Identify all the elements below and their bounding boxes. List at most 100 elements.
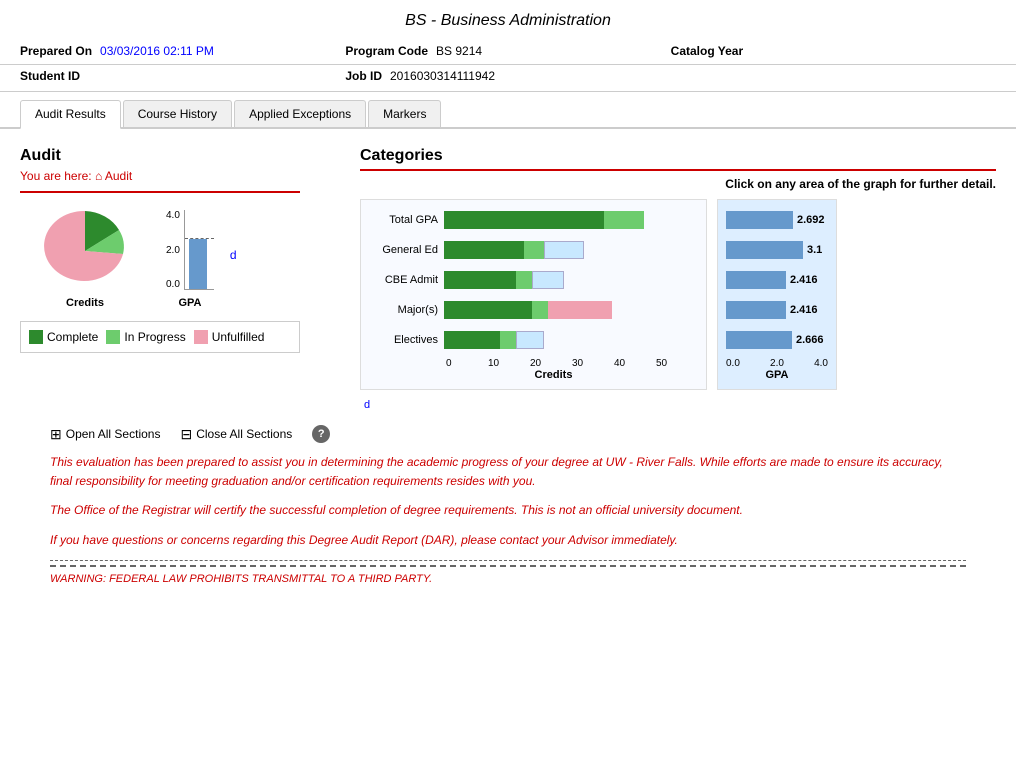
bar-label-total-gpa: Total GPA — [369, 214, 444, 226]
charts-container: Credits 4.0 2.0 0.0 — [20, 201, 340, 309]
gpa-right-row-majors[interactable]: 2.416 — [726, 298, 828, 322]
bar-row-majors[interactable]: Major(s) — [369, 298, 698, 322]
d-link-right[interactable]: d — [364, 396, 996, 411]
bar-complete-gened — [444, 241, 524, 259]
bar-inprog-gened — [524, 241, 544, 259]
job-id-value: 2016030314111942 — [390, 69, 495, 83]
gpa-val-total: 2.692 — [797, 214, 832, 226]
right-panel: Categories Click on any area of the grap… — [360, 147, 996, 411]
bar-row-electives[interactable]: Electives — [369, 328, 698, 352]
x-tick-50: 50 — [656, 358, 698, 369]
tab-markers[interactable]: Markers — [368, 100, 441, 127]
filler-section — [671, 69, 996, 83]
gpa-right-chart[interactable]: 2.692 3.1 2.416 — [717, 199, 837, 390]
bar-unfulfilled-electives — [516, 331, 544, 349]
info-bar-row1: Prepared On 03/03/2016 02:11 PM Program … — [0, 38, 1016, 65]
actions-row: ⊞ Open All Sections ⊟ Close All Sections… — [50, 425, 996, 443]
open-all-label: Open All Sections — [66, 427, 161, 441]
page-title: BS - Business Administration — [0, 0, 1016, 38]
disclaimer-para1: This evaluation has been prepared to ass… — [50, 453, 966, 491]
close-all-button[interactable]: ⊟ Close All Sections — [180, 426, 292, 443]
gpa-bar-electives — [726, 331, 792, 349]
x-tick-20: 20 — [530, 358, 572, 369]
bar-label-cbe-admit: CBE Admit — [369, 274, 444, 286]
bar-row-cbe-admit[interactable]: CBE Admit — [369, 268, 698, 292]
pie-chart[interactable]: Credits — [20, 201, 150, 309]
gpa-axis-4: 4.0 — [166, 210, 180, 221]
breadcrumb: You are here: ⌂ Audit — [20, 169, 340, 183]
program-code-label: Program Code — [345, 44, 428, 58]
bar-unfulfilled-cbe — [532, 271, 564, 289]
prepared-on-label: Prepared On — [20, 44, 92, 58]
gpa-axis-2: 2.0 — [770, 358, 784, 369]
warning-text: WARNING: FEDERAL LAW PROHIBITS TRANSMITT… — [50, 573, 432, 585]
legend-complete: Complete — [29, 330, 98, 344]
legend-inprog: In Progress — [106, 330, 185, 344]
open-all-button[interactable]: ⊞ Open All Sections — [50, 426, 160, 443]
gpa-axis-0: 0.0 — [166, 279, 180, 290]
gpa-mini-chart[interactable]: 4.0 2.0 0.0 GPA — [166, 210, 214, 309]
gpa-axis-0: 0.0 — [726, 358, 740, 369]
tab-applied-exceptions[interactable]: Applied Exceptions — [234, 100, 366, 127]
gpa-bar-gened — [726, 241, 803, 259]
bar-row-total-gpa[interactable]: Total GPA — [369, 208, 698, 232]
gpa-val-majors: 2.416 — [790, 304, 825, 316]
bar-inprog-cbe — [516, 271, 532, 289]
credits-label: Credits — [66, 297, 104, 309]
gpa-right-row-cbe[interactable]: 2.416 — [726, 268, 828, 292]
x-tick-10: 10 — [488, 358, 530, 369]
gpa-label: GPA — [178, 297, 201, 309]
charts-row: Total GPA General Ed — [360, 199, 996, 390]
legend-complete-color — [29, 330, 43, 344]
x-axis: 0 10 20 30 40 50 — [369, 358, 698, 369]
tab-audit-results[interactable]: Audit Results — [20, 100, 121, 129]
x-tick-30: 30 — [572, 358, 614, 369]
disclaimer-para3: If you have questions or concerns regard… — [50, 531, 966, 550]
student-id-section: Student ID — [20, 69, 345, 83]
bar-unfulfilled-majors — [548, 301, 612, 319]
bar-complete-electives — [444, 331, 500, 349]
disclaimer-para2: The Office of the Registrar will certify… — [50, 501, 966, 520]
legend-inprog-color — [106, 330, 120, 344]
credits-axis-label: Credits — [369, 369, 698, 381]
bar-label-general-ed: General Ed — [369, 244, 444, 256]
legend-unfulfilled: Unfulfilled — [194, 330, 265, 344]
d-anchor[interactable]: d — [364, 399, 370, 411]
legend-complete-label: Complete — [47, 330, 98, 344]
gpa-axis-4: 4.0 — [814, 358, 828, 369]
info-bar-row2: Student ID Job ID 2016030314111942 — [0, 65, 1016, 92]
warning-separator — [50, 565, 966, 567]
catalog-year-section: Catalog Year — [671, 44, 996, 58]
bar-inprog-total — [604, 211, 644, 229]
bar-label-electives: Electives — [369, 334, 444, 346]
legend-inprog-label: In Progress — [124, 330, 185, 344]
help-icon[interactable]: ? — [312, 425, 330, 443]
gpa-val-cbe: 2.416 — [790, 274, 825, 286]
gpa-bar-total — [726, 211, 793, 229]
open-all-icon: ⊞ — [50, 426, 62, 443]
disclaimer: This evaluation has been prepared to ass… — [50, 453, 966, 588]
d-link-left[interactable]: d — [230, 248, 237, 262]
gpa-right-row-electives[interactable]: 2.666 — [726, 328, 828, 352]
bar-unfulfilled-gened — [544, 241, 584, 259]
student-id-label: Student ID — [20, 69, 80, 83]
bar-row-general-ed[interactable]: General Ed — [369, 238, 698, 262]
close-all-label: Close All Sections — [196, 427, 292, 441]
legend-unfulfilled-label: Unfulfilled — [212, 330, 265, 344]
gpa-right-row-total[interactable]: 2.692 — [726, 208, 828, 232]
bar-chart[interactable]: Total GPA General Ed — [360, 199, 707, 390]
pie-svg — [20, 201, 150, 291]
gpa-axis-title: GPA — [726, 369, 828, 381]
close-all-icon: ⊟ — [180, 426, 192, 443]
bar-label-majors: Major(s) — [369, 304, 444, 316]
gpa-right-row-gened[interactable]: 3.1 — [726, 238, 828, 262]
click-hint: Click on any area of the graph for furth… — [360, 177, 996, 191]
x-tick-0: 0 — [446, 358, 488, 369]
audit-separator — [20, 191, 300, 193]
prepared-on-value: 03/03/2016 02:11 PM — [100, 44, 214, 58]
gpa-bar-majors — [726, 301, 786, 319]
prepared-on-section: Prepared On 03/03/2016 02:11 PM — [20, 44, 345, 58]
x-tick-40: 40 — [614, 358, 656, 369]
gpa-val-electives: 2.666 — [796, 334, 831, 346]
tab-course-history[interactable]: Course History — [123, 100, 232, 127]
